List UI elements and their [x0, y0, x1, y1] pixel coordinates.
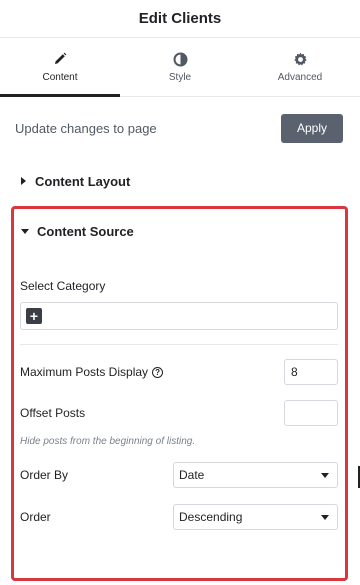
gear-icon — [293, 51, 308, 67]
pencil-icon — [53, 51, 67, 67]
max-posts-row: Maximum Posts Display? — [14, 359, 345, 385]
add-category-button[interactable]: + — [26, 308, 42, 324]
divider — [20, 344, 338, 345]
order-by-select[interactable]: Date — [173, 462, 338, 488]
update-bar: Update changes to page Apply — [0, 97, 360, 159]
tab-advanced-label: Advanced — [277, 72, 323, 83]
section-content-layout-label: Content Layout — [35, 173, 131, 189]
tab-style-label: Style — [168, 72, 192, 83]
category-select-box[interactable]: + — [20, 302, 338, 330]
offset-label: Offset Posts — [20, 406, 86, 420]
content-source-panel: Content Source Select Category + Maximum… — [14, 209, 345, 530]
order-value: Descending — [179, 510, 243, 524]
tab-bar: Content Style Advanced — [0, 38, 360, 97]
select-category-label: Select Category — [20, 279, 106, 293]
contrast-icon — [173, 51, 188, 67]
update-text: Update changes to page — [15, 120, 157, 136]
tab-style[interactable]: Style — [120, 38, 240, 96]
tab-advanced[interactable]: Advanced — [240, 38, 360, 96]
section-content-source[interactable]: Content Source — [14, 209, 345, 253]
tab-content-label: Content — [42, 72, 78, 83]
caret-right-icon — [21, 177, 26, 185]
help-icon[interactable]: ? — [152, 367, 164, 379]
order-by-row: Order By Date — [14, 462, 345, 488]
order-label: Order — [20, 510, 51, 524]
apply-button[interactable]: Apply — [281, 113, 343, 143]
offset-input[interactable] — [284, 400, 338, 426]
max-posts-input[interactable] — [284, 359, 338, 385]
panel-title: Edit Clients — [138, 10, 222, 27]
order-by-value: Date — [179, 468, 205, 482]
offset-hint: Hide posts from the beginning of listing… — [20, 436, 196, 447]
order-by-label: Order By — [20, 468, 69, 482]
order-select[interactable]: Descending — [173, 504, 338, 530]
caret-down-icon — [21, 228, 29, 234]
tab-content[interactable]: Content — [0, 38, 120, 97]
section-content-source-label: Content Source — [37, 223, 134, 239]
max-posts-label-text: Maximum Posts Display — [20, 365, 149, 379]
panel-header: Edit Clients — [0, 0, 360, 38]
section-content-layout[interactable]: Content Layout — [0, 159, 360, 203]
order-row: Order Descending — [14, 504, 345, 530]
offset-row: Offset Posts — [14, 400, 345, 426]
chevron-down-icon — [321, 472, 329, 478]
max-posts-label: Maximum Posts Display? — [20, 365, 164, 379]
chevron-down-icon — [321, 514, 329, 520]
